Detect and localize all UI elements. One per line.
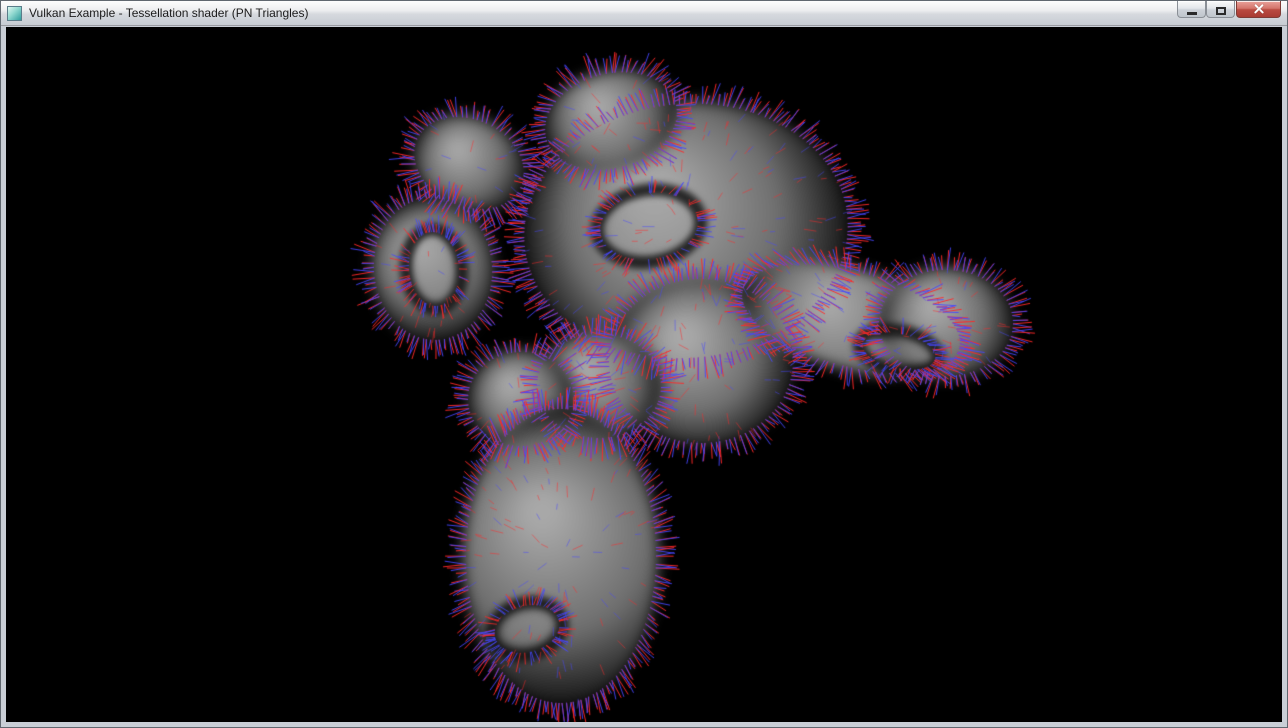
close-icon	[1237, 1, 1280, 17]
render-viewport[interactable]	[6, 27, 1282, 722]
window-title: Vulkan Example - Tessellation shader (PN…	[29, 6, 308, 20]
render-canvas[interactable]	[6, 27, 1282, 722]
app-window: Vulkan Example - Tessellation shader (PN…	[0, 0, 1288, 728]
titlebar[interactable]: Vulkan Example - Tessellation shader (PN…	[1, 1, 1287, 26]
maximize-button[interactable]	[1206, 1, 1235, 18]
minimize-button[interactable]	[1177, 1, 1206, 18]
maximize-icon	[1216, 7, 1226, 15]
close-button[interactable]	[1236, 1, 1281, 18]
minimize-icon	[1187, 12, 1197, 15]
app-icon	[7, 6, 22, 21]
window-controls	[1177, 1, 1281, 18]
